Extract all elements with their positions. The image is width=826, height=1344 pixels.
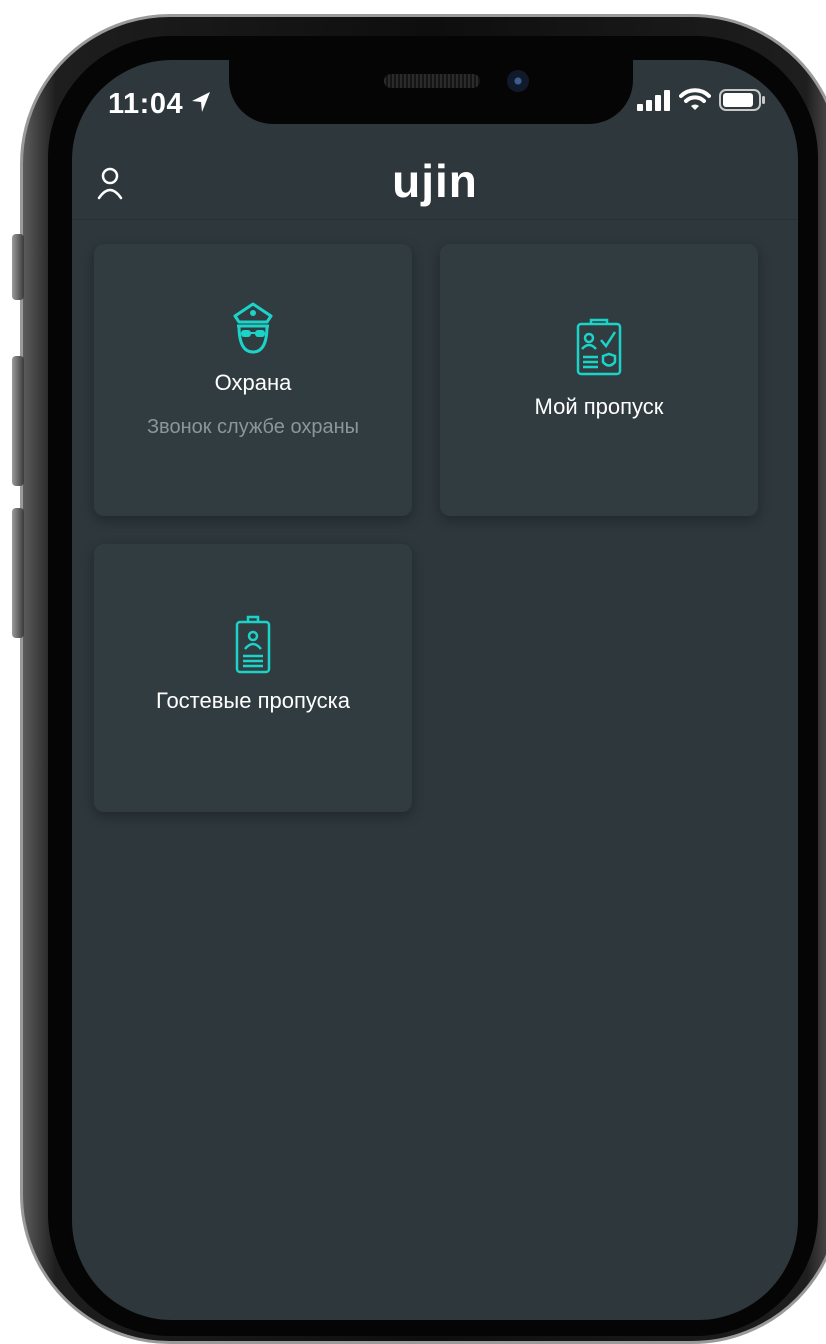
wifi-icon <box>679 88 711 110</box>
mute-switch <box>12 234 24 300</box>
app-header: ujin <box>72 150 798 220</box>
guest-pass-icon <box>235 615 271 674</box>
security-tile-title: Охрана <box>214 370 292 395</box>
my-pass-tile-title: Мой пропуск <box>534 394 664 419</box>
ujin-logo: ujin <box>392 155 478 207</box>
guest-passes-tile[interactable]: Гостевые пропуска <box>94 544 412 812</box>
front-camera <box>507 70 529 92</box>
cellular-signal-icon <box>637 90 670 111</box>
status-icons <box>637 88 767 112</box>
notch <box>229 60 633 124</box>
guest-passes-tile-title: Гостевые пропуска <box>156 688 350 713</box>
volume-up-button <box>12 356 24 486</box>
location-arrow-icon <box>192 92 210 112</box>
security-tile[interactable]: Охрана Звонок службе охраны <box>94 244 412 516</box>
earpiece-speaker <box>384 74 480 88</box>
status-time: 11:04 <box>108 88 184 120</box>
my-pass-tile[interactable]: Мой пропуск <box>440 244 758 516</box>
security-guard-icon <box>233 302 273 354</box>
battery-icon <box>719 89 765 111</box>
app-screen: 11:04 ujin Охрана Звонок службе охраны М… <box>72 60 798 1320</box>
security-tile-subtitle: Звонок службе охраны <box>146 416 360 438</box>
volume-down-button <box>12 508 24 638</box>
my-pass-icon <box>576 318 622 376</box>
